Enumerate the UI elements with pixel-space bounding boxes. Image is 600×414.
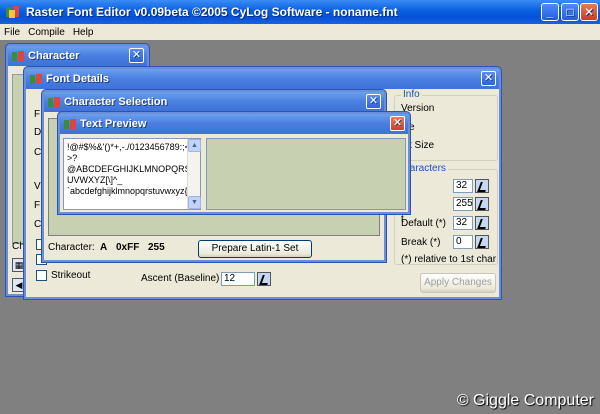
menu-file[interactable]: File: [0, 27, 24, 38]
maximize-icon: □: [566, 5, 574, 19]
info-group-label: Info: [401, 89, 422, 100]
character-status-char: A: [100, 242, 108, 253]
close-icon: ✕: [368, 95, 379, 107]
break-label: Break (*): [401, 237, 441, 248]
spinner-arrows-icon[interactable]: [257, 272, 271, 286]
spinner-arrows-icon[interactable]: [475, 216, 489, 230]
strikeout-label: Strikeout: [51, 270, 91, 281]
font-details-title: Font Details: [46, 73, 109, 85]
field-letter: V: [34, 181, 41, 192]
arrow-up-icon: ▲: [191, 142, 198, 149]
default-label: Default (*): [401, 218, 447, 229]
maximize-button[interactable]: □: [561, 3, 579, 21]
scroll-down-button[interactable]: ▼: [188, 196, 201, 209]
preview-scrollbar[interactable]: ▲ ▼: [187, 139, 201, 209]
first-char-value[interactable]: 32: [453, 179, 473, 193]
minimize-button[interactable]: _: [541, 3, 559, 21]
preview-line: UVWXYZ[\]^_: [67, 175, 123, 185]
ascent-value[interactable]: 12: [221, 272, 255, 286]
close-icon: ✕: [583, 5, 595, 19]
field-letter: D: [34, 127, 42, 138]
font-icon: [12, 51, 24, 61]
font-icon: [30, 74, 42, 84]
text-preview-close-button[interactable]: ✕: [390, 116, 405, 131]
char-label: Ch: [12, 241, 25, 252]
character-close-button[interactable]: ✕: [129, 48, 144, 63]
menu-help[interactable]: Help: [69, 27, 98, 38]
preview-line: >?: [67, 153, 78, 163]
info-size-label: t Size: [409, 140, 435, 151]
font-details-close-button[interactable]: ✕: [481, 71, 496, 86]
ascent-spinner[interactable]: 12: [221, 271, 271, 287]
first-char-spinner[interactable]: 32: [453, 178, 491, 194]
ascent-label: Ascent (Baseline): [141, 273, 220, 284]
spinner-arrows-icon[interactable]: [475, 235, 489, 249]
default-char-spinner[interactable]: 32: [453, 215, 491, 231]
character-status-label: Character:: [48, 242, 95, 253]
field-letter: C: [34, 219, 42, 230]
scroll-up-button[interactable]: ▲: [188, 139, 201, 152]
app-icon: [6, 6, 19, 18]
preview-line: @ABCDEFGHIJKLMNOPQRST: [67, 164, 197, 174]
spinner-arrows-icon[interactable]: [475, 197, 489, 211]
field-letter: F: [34, 109, 41, 120]
character-selection-titlebar[interactable]: Character Selection ✕: [44, 92, 384, 112]
arrow-down-icon: ▼: [191, 199, 198, 206]
character-window-title: Character: [28, 50, 80, 62]
close-icon: ✕: [483, 72, 494, 84]
close-button[interactable]: ✕: [580, 3, 598, 21]
character-status-dec: 255: [148, 242, 165, 253]
field-letter: C: [34, 147, 42, 158]
break-char-spinner[interactable]: 0: [453, 234, 491, 250]
character-status-hex: 0xFF: [116, 242, 140, 253]
spinner-arrows-icon[interactable]: [475, 179, 489, 193]
font-icon: [64, 119, 76, 129]
field-letter: F: [34, 200, 41, 211]
default-char-value[interactable]: 32: [453, 216, 473, 230]
last-char-spinner[interactable]: 255: [453, 196, 491, 212]
relative-note: (*) relative to 1st char: [401, 254, 497, 265]
text-preview-title: Text Preview: [80, 118, 147, 130]
prepare-latin1-button[interactable]: Prepare Latin-1 Set: [198, 240, 312, 258]
minimize-icon: _: [546, 5, 554, 19]
character-selection-close-button[interactable]: ✕: [366, 94, 381, 109]
menubar: File Compile Help: [0, 24, 600, 40]
strikeout-checkbox[interactable]: [36, 270, 47, 281]
menu-compile[interactable]: Compile: [24, 27, 69, 38]
font-details-titlebar[interactable]: Font Details ✕: [26, 69, 499, 89]
break-char-value[interactable]: 0: [453, 235, 473, 249]
preview-render-area: [206, 138, 406, 210]
watermark: © Giggle Computer: [456, 392, 594, 409]
app-titlebar[interactable]: Raster Font Editor v0.09beta ©2005 CyLog…: [0, 0, 600, 24]
preview-line: `abcdefghijklmnopqrstuvwxyz{|}: [67, 186, 193, 196]
apply-changes-button[interactable]: Apply Changes: [420, 273, 496, 293]
text-preview-window[interactable]: Text Preview ✕ !@#$%&'()*+,-./0123456789…: [58, 112, 410, 214]
character-window-titlebar[interactable]: Character ✕: [8, 46, 147, 66]
app-title: Raster Font Editor v0.09beta ©2005 CyLog…: [26, 5, 398, 19]
character-selection-title: Character Selection: [64, 96, 168, 108]
close-icon: ✕: [131, 49, 142, 61]
close-icon: ✕: [392, 117, 403, 129]
preview-line: !@#$%&'()*+,-./0123456789:;<=: [67, 142, 196, 152]
preview-text-area[interactable]: !@#$%&'()*+,-./0123456789:;<= >? @ABCDEF…: [63, 138, 201, 210]
font-icon: [48, 97, 60, 107]
last-char-value[interactable]: 255: [453, 197, 473, 211]
text-preview-titlebar[interactable]: Text Preview ✕: [60, 114, 408, 134]
